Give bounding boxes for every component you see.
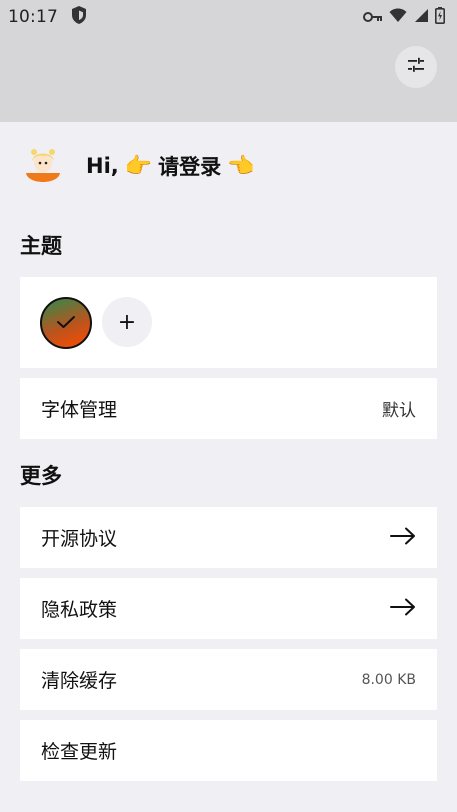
add-theme-button[interactable]: + [102, 297, 152, 347]
arrow-right-icon [390, 598, 416, 620]
settings-content: Hi, 👉 请登录 👈 主题 + 字体管理 默认 更多 开源协议 隐私政策 清除… [0, 122, 457, 812]
font-management-label: 字体管理 [41, 399, 118, 421]
signal-icon [413, 8, 429, 27]
user-row[interactable]: Hi, 👉 请登录 👈 [20, 142, 255, 190]
check-update-row[interactable]: 检查更新 [20, 720, 437, 781]
battery-charging-icon [435, 6, 445, 28]
status-bar: 10:17 [0, 0, 457, 34]
key-icon [363, 8, 383, 27]
plus-icon: + [117, 309, 137, 335]
font-management-row[interactable]: 字体管理 默认 [20, 378, 437, 439]
tune-icon [407, 57, 425, 77]
shield-icon [70, 5, 88, 29]
font-management-value: 默认 [382, 401, 416, 421]
status-time: 10:17 [8, 7, 58, 27]
check-icon [56, 314, 76, 333]
theme-card: + [20, 277, 437, 368]
cache-size-value: 8.00 KB [361, 671, 416, 688]
clear-cache-row[interactable]: 清除缓存 8.00 KB [20, 649, 437, 710]
theme-swatch-selected[interactable] [40, 297, 92, 349]
greeting-prefix: Hi, [86, 154, 119, 178]
login-greeting[interactable]: Hi, 👉 请登录 👈 [86, 151, 255, 181]
login-text: 请登录 [158, 155, 222, 179]
pointing-left-icon: 👈 [227, 153, 255, 179]
arrow-right-icon [390, 527, 416, 549]
avatar[interactable] [20, 143, 66, 189]
privacy-policy-label: 隐私政策 [41, 599, 118, 621]
status-right [363, 6, 445, 28]
top-panel [0, 34, 457, 122]
more-section-title: 更多 [20, 464, 62, 488]
theme-section-title: 主题 [20, 234, 62, 258]
wifi-icon [389, 7, 407, 27]
status-left: 10:17 [8, 5, 88, 29]
filter-button[interactable] [395, 46, 437, 88]
open-source-license-row[interactable]: 开源协议 [20, 507, 437, 568]
privacy-policy-row[interactable]: 隐私政策 [20, 578, 437, 639]
check-update-label: 检查更新 [41, 741, 118, 763]
pointing-right-icon: 👉 [124, 153, 153, 179]
open-source-license-label: 开源协议 [41, 528, 118, 550]
clear-cache-label: 清除缓存 [41, 670, 118, 692]
